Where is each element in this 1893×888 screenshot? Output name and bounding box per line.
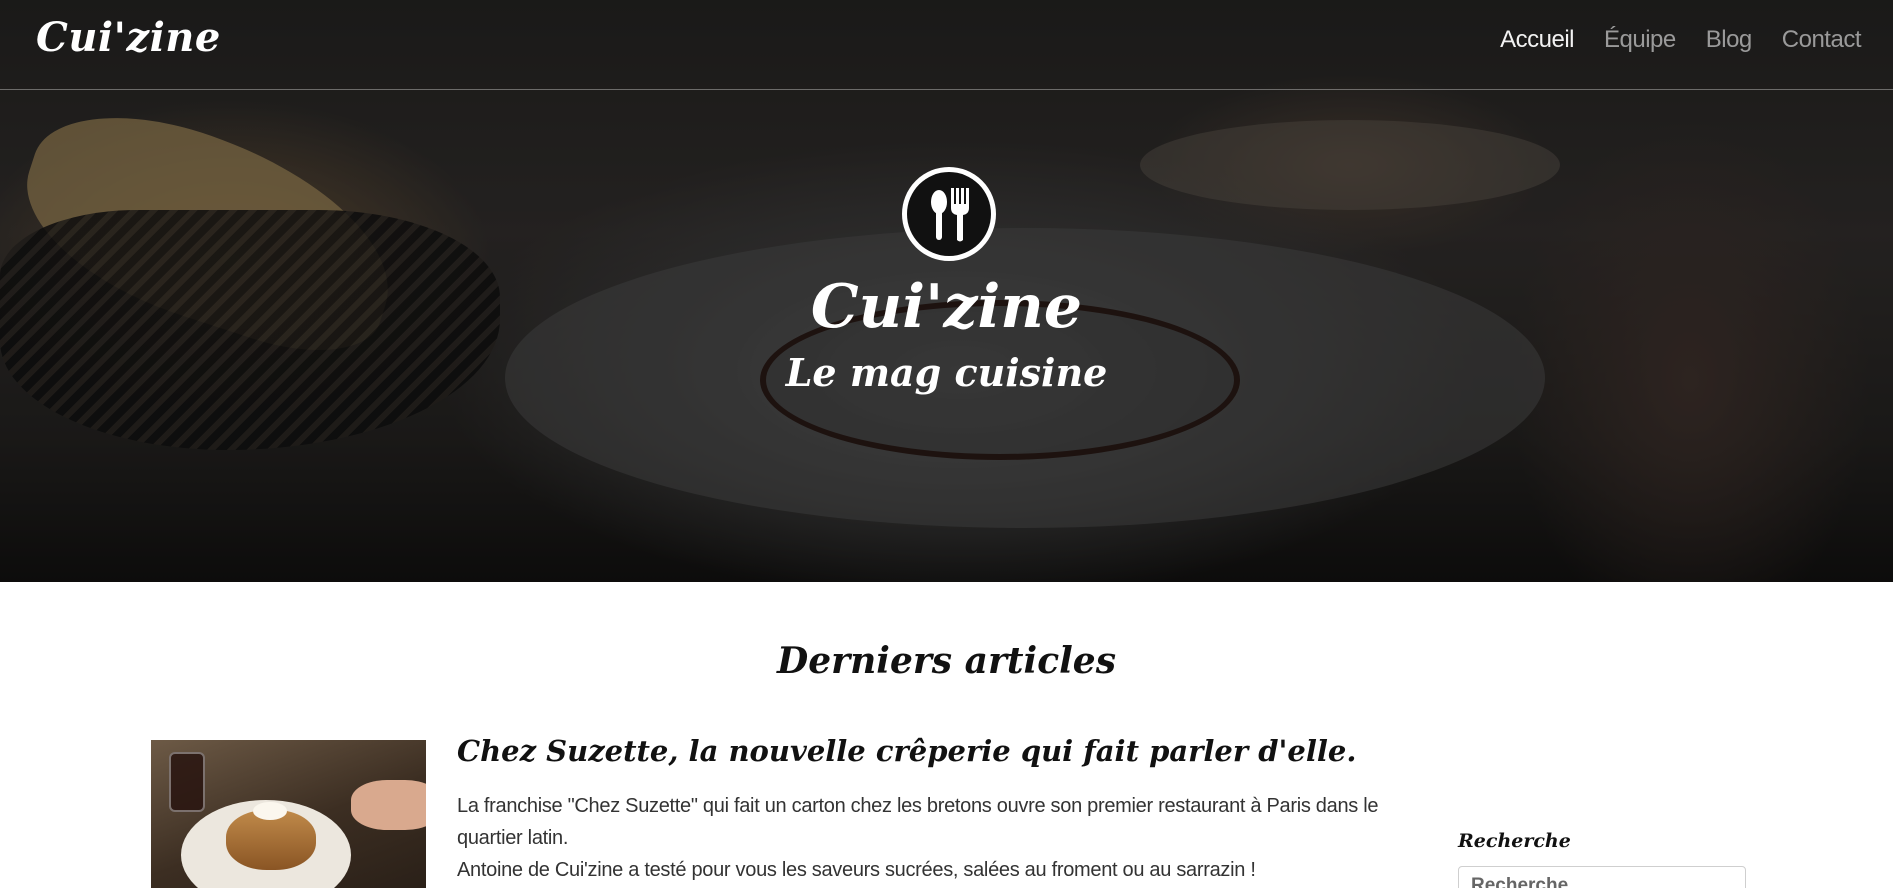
logo-inner-disc bbox=[907, 172, 991, 256]
article-title[interactable]: Chez Suzette, la nouvelle crêperie qui f… bbox=[457, 734, 1356, 768]
utensils-glyph bbox=[931, 188, 969, 242]
thumb-syrup-jar bbox=[169, 752, 205, 812]
spoon-fork-icon bbox=[902, 167, 996, 261]
thumb-hand bbox=[351, 780, 426, 830]
section-title-latest-articles: Derniers articles bbox=[777, 640, 1116, 682]
hero-title: Cui'zine bbox=[810, 272, 1083, 342]
search-input[interactable] bbox=[1458, 866, 1746, 888]
hero-banner: Cui'zine Accueil Équipe Blog Contact Cui… bbox=[0, 0, 1893, 582]
thumb-cream bbox=[253, 802, 287, 820]
article-thumbnail[interactable] bbox=[151, 740, 426, 888]
hero-subtitle: Le mag cuisine bbox=[785, 350, 1108, 395]
article-excerpt-line-2: Antoine de Cui'zine a testé pour vous le… bbox=[457, 859, 1256, 881]
hero-content: Cui'zine Le mag cuisine bbox=[0, 0, 1893, 582]
article-excerpt: La franchise "Chez Suzette" qui fait un … bbox=[457, 790, 1417, 886]
search-label: Recherche bbox=[1458, 830, 1571, 852]
article-excerpt-line-1: La franchise "Chez Suzette" qui fait un … bbox=[457, 795, 1379, 849]
